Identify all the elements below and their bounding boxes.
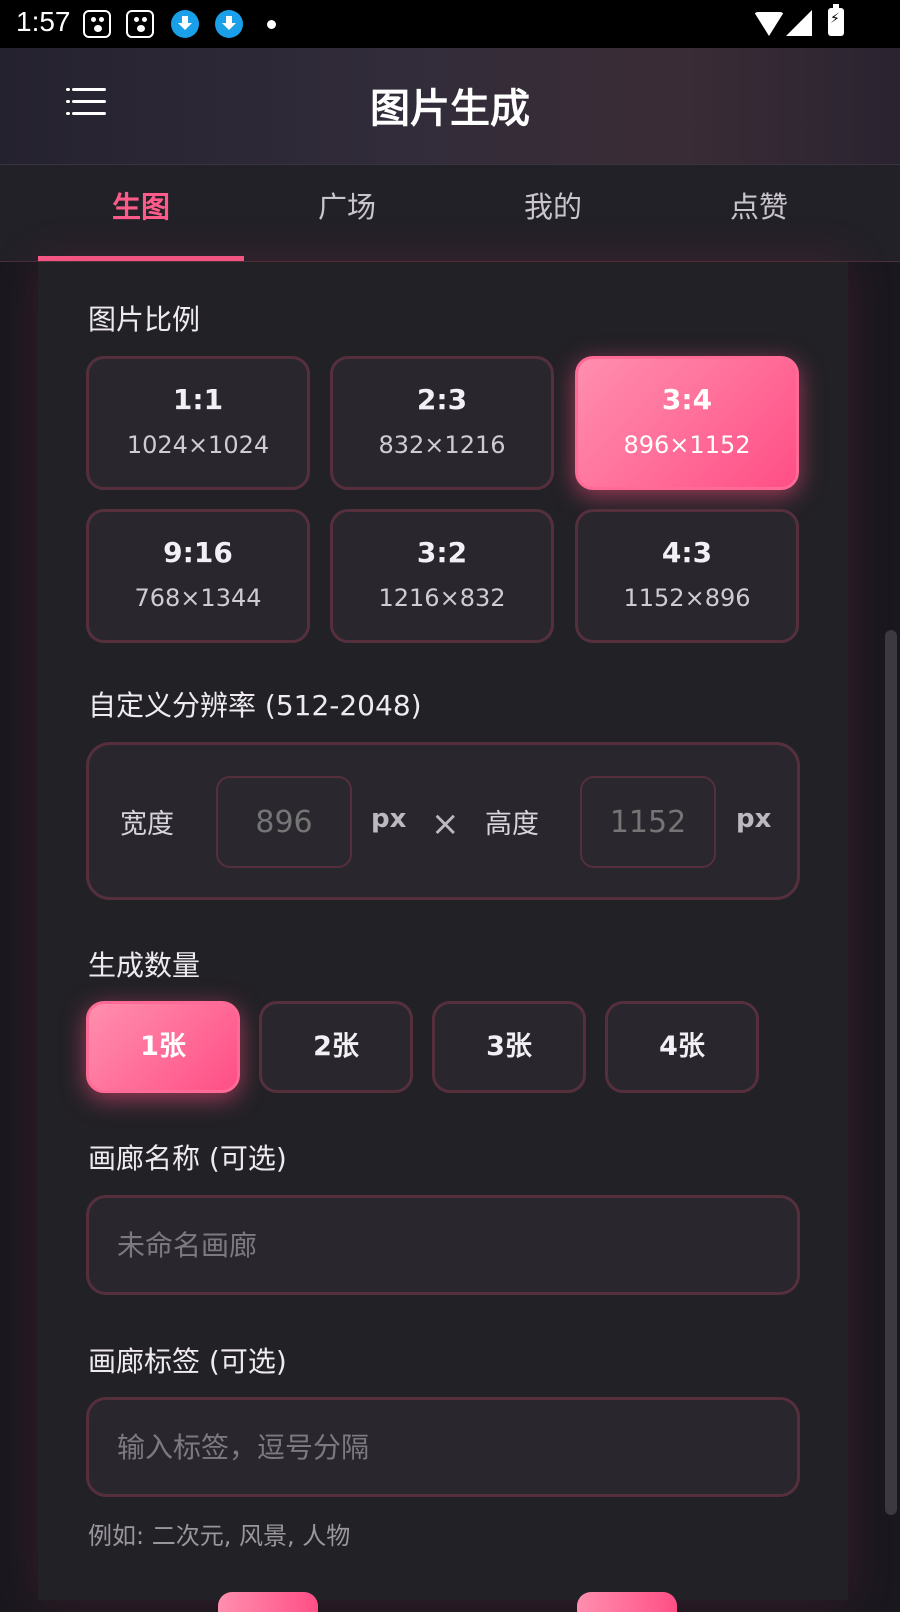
- gallery-tags-input[interactable]: [86, 1397, 800, 1497]
- gallery-tags-label: 画廊标签 (可选): [88, 1345, 287, 1378]
- status-bar: 1:57: [0, 0, 900, 48]
- page-title: 图片生成: [370, 86, 530, 132]
- dot-icon: [267, 20, 276, 29]
- tab-bar: 生图 广场 我的 点赞: [0, 165, 900, 262]
- ratio-value: 9:16: [163, 536, 233, 569]
- height-input[interactable]: [580, 776, 716, 868]
- cell-signal-icon: [786, 10, 812, 36]
- tab-square[interactable]: 广场: [244, 165, 450, 261]
- battery-charging-icon: [828, 4, 844, 36]
- gallery-tags-hint: 例如: 二次元, 风景, 人物: [88, 1522, 351, 1550]
- count-label: 1张: [140, 1031, 186, 1062]
- count-label: 4张: [659, 1031, 705, 1062]
- ratio-option-9-16[interactable]: 9:16 768×1344: [86, 509, 310, 643]
- ratio-size: 768×1344: [134, 584, 262, 612]
- gallery-name-input[interactable]: [86, 1195, 800, 1295]
- count-label: 2张: [313, 1031, 359, 1062]
- scrollbar[interactable]: [885, 630, 897, 1515]
- ratio-option-4-3[interactable]: 4:3 1152×896: [575, 509, 799, 643]
- ratio-size: 896×1152: [623, 431, 751, 459]
- ratio-option-3-4[interactable]: 3:4 896×1152: [575, 356, 799, 490]
- download-icon: [171, 10, 199, 38]
- height-label: 高度: [485, 809, 539, 840]
- app-bar: 图片生成: [0, 48, 900, 165]
- width-unit: px: [371, 804, 407, 834]
- ratio-option-1-1[interactable]: 1:1 1024×1024: [86, 356, 310, 490]
- count-option-1[interactable]: 1张: [86, 1001, 240, 1093]
- ratio-value: 3:2: [416, 536, 468, 569]
- width-label: 宽度: [120, 809, 174, 840]
- count-section-label: 生成数量: [88, 949, 201, 982]
- ratio-size: 1152×896: [623, 584, 751, 612]
- ratio-option-2-3[interactable]: 2:3 832×1216: [330, 356, 554, 490]
- ratio-value: 4:3: [661, 536, 713, 569]
- height-unit: px: [736, 804, 772, 834]
- bottom-button-partial[interactable]: [577, 1592, 677, 1612]
- count-option-3[interactable]: 3张: [432, 1001, 586, 1093]
- gallery-name-label: 画廊名称 (可选): [88, 1142, 287, 1175]
- tab-generate[interactable]: 生图: [38, 165, 244, 261]
- ratio-size: 832×1216: [378, 431, 506, 459]
- bottom-button-partial[interactable]: [218, 1592, 318, 1612]
- count-option-2[interactable]: 2张: [259, 1001, 413, 1093]
- count-option-4[interactable]: 4张: [605, 1001, 759, 1093]
- paw-icon: [126, 10, 154, 38]
- times-icon: ×: [431, 804, 460, 844]
- paw-icon: [83, 10, 111, 38]
- count-label: 3张: [486, 1031, 532, 1062]
- ratio-value: 3:4: [661, 383, 713, 416]
- ratio-size: 1024×1024: [126, 431, 270, 459]
- download-icon: [215, 10, 243, 38]
- ratio-option-3-2[interactable]: 3:2 1216×832: [330, 509, 554, 643]
- tab-likes[interactable]: 点赞: [656, 165, 862, 261]
- ratio-section-label: 图片比例: [88, 303, 201, 336]
- custom-resolution-label: 自定义分辨率 (512-2048): [88, 689, 422, 722]
- ratio-size: 1216×832: [378, 584, 506, 612]
- wifi-icon: [754, 12, 784, 36]
- status-time: 1:57: [16, 6, 71, 37]
- ratio-value: 2:3: [416, 383, 468, 416]
- width-input[interactable]: [216, 776, 352, 868]
- tab-mine[interactable]: 我的: [450, 165, 656, 261]
- ratio-value: 1:1: [172, 383, 224, 416]
